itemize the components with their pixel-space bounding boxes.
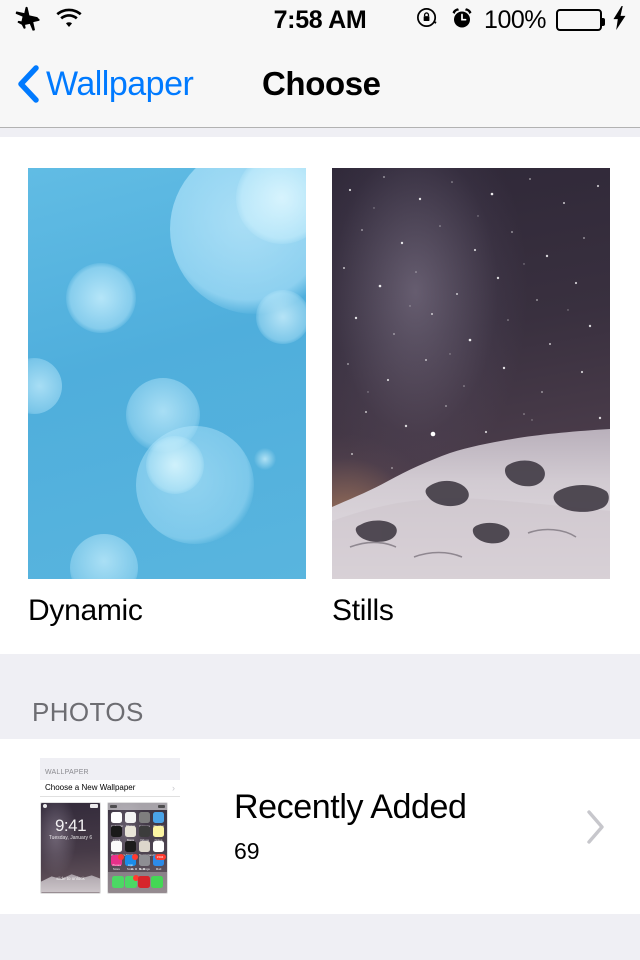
home-preview-dock — [108, 871, 167, 893]
page-dots — [108, 867, 167, 870]
photos-section-header: PHOTOS — [0, 654, 640, 739]
mini-battery-icon — [90, 804, 98, 808]
app-icon: Photos — [125, 811, 136, 828]
thumb-previews: 9:41 Tuesday, January 6 slide to unlock … — [40, 801, 168, 894]
wallpaper-type-label: Dynamic — [28, 594, 143, 627]
wallpaper-types-section: Dynamic Stills — [0, 137, 640, 654]
chevron-left-icon — [16, 64, 40, 104]
alarm-clock-icon — [450, 6, 474, 35]
thumb-settings-row-label: Choose a New Wallpaper — [45, 783, 136, 792]
lightning-bolt-icon — [612, 5, 628, 35]
top-gap-strip — [0, 128, 640, 137]
mini-signal-icon — [110, 804, 117, 808]
app-icon: Stocks — [125, 840, 136, 857]
bokeh-circle — [256, 290, 306, 344]
home-preview-status-bar — [108, 802, 167, 810]
app-badge: 1504 — [154, 853, 166, 860]
bottom-background — [0, 914, 640, 939]
app-icon: Notes — [153, 826, 164, 842]
navigation-bar: Wallpaper Choose — [0, 40, 640, 128]
album-row-text: Recently Added 69 — [234, 788, 586, 865]
bokeh-circle — [146, 436, 204, 494]
lock-preview-slide-to-unlock: slide to unlock — [56, 875, 85, 881]
thumb-settings-row: Choose a New Wallpaper › — [40, 779, 180, 797]
app-icon: Settings — [139, 855, 150, 871]
app-icon: App Store — [125, 853, 138, 871]
battery-percent-label: 100% — [484, 5, 546, 34]
photos-section-label: PHOTOS — [32, 697, 144, 727]
app-icon: Health — [153, 840, 164, 857]
dock-app-icon — [125, 874, 139, 888]
photos-album-list: WALLPAPER Choose a New Wallpaper › 9:41 … — [0, 739, 640, 914]
app-icon: Camera — [139, 811, 150, 828]
home-screen-preview: CalendarPhotosCameraWeather ClockMapsVide… — [107, 801, 168, 894]
status-bar: 7:58 AM 100% — [0, 0, 640, 40]
app-icon: Maps — [125, 826, 136, 842]
app-icon: Weather — [153, 811, 164, 828]
wallpaper-type-label: Stills — [332, 594, 394, 627]
bokeh-circle — [66, 263, 136, 333]
lock-preview-status-bar — [41, 803, 100, 810]
app-badge — [131, 853, 138, 860]
app-icon: iTunes Store — [111, 853, 124, 871]
mini-signal-icon — [43, 804, 47, 808]
wallpaper-type-dynamic[interactable]: Dynamic — [28, 168, 306, 628]
chevron-right-icon[interactable] — [586, 809, 606, 845]
app-icon: Reminders — [111, 840, 126, 857]
thumb-status-bar — [40, 757, 180, 766]
app-icon: Clock — [111, 826, 122, 842]
dock-app-icon — [138, 876, 150, 888]
bokeh-circle — [28, 358, 62, 414]
thumb-nav-title: WALLPAPER — [40, 765, 180, 780]
app-icon: Newsstand — [139, 840, 154, 857]
chevron-right-icon: › — [172, 782, 175, 793]
lock-preview-date: Tuesday, January 6 — [48, 834, 93, 841]
dynamic-thumbnail[interactable] — [28, 168, 306, 579]
wallpaper-type-grid: Dynamic Stills — [0, 137, 640, 628]
album-thumbnail: WALLPAPER Choose a New Wallpaper › 9:41 … — [32, 757, 180, 896]
bokeh-circle — [70, 534, 138, 579]
album-row-recently-added[interactable]: WALLPAPER Choose a New Wallpaper › 9:41 … — [0, 739, 640, 914]
lock-preview-time: 9:41 — [54, 815, 87, 835]
bokeh-circle — [254, 448, 276, 470]
album-count: 69 — [234, 838, 260, 864]
app-icon: Mail 1504 — [153, 853, 166, 871]
status-bar-time: 7:58 AM — [273, 5, 367, 34]
home-preview-icon-grid: CalendarPhotosCameraWeather ClockMapsVide… — [111, 811, 166, 871]
back-button-label: Wallpaper — [46, 64, 194, 103]
dock-app-icon — [151, 876, 163, 888]
battery-icon — [556, 9, 605, 31]
app-badge — [117, 853, 124, 860]
app-icon: Videos — [139, 826, 150, 842]
mini-battery-icon — [158, 804, 165, 808]
lock-screen-preview: 9:41 Tuesday, January 6 slide to unlock — [40, 801, 101, 894]
page-title: Choose — [262, 65, 381, 102]
rotation-lock-icon — [415, 5, 440, 35]
wallpaper-choose-screen: 7:58 AM 100% Wallpaper Choose Dynamic St… — [0, 0, 640, 960]
album-title: Recently Added — [234, 788, 467, 826]
back-button[interactable]: Wallpaper — [16, 40, 194, 128]
stills-thumbnail[interactable] — [332, 168, 610, 579]
dock-app-icon — [112, 876, 124, 888]
status-bar-right: 100% — [415, 0, 628, 40]
snow-mountain — [332, 429, 610, 579]
wallpaper-type-stills[interactable]: Stills — [332, 168, 610, 628]
app-icon: Calendar — [111, 811, 123, 828]
